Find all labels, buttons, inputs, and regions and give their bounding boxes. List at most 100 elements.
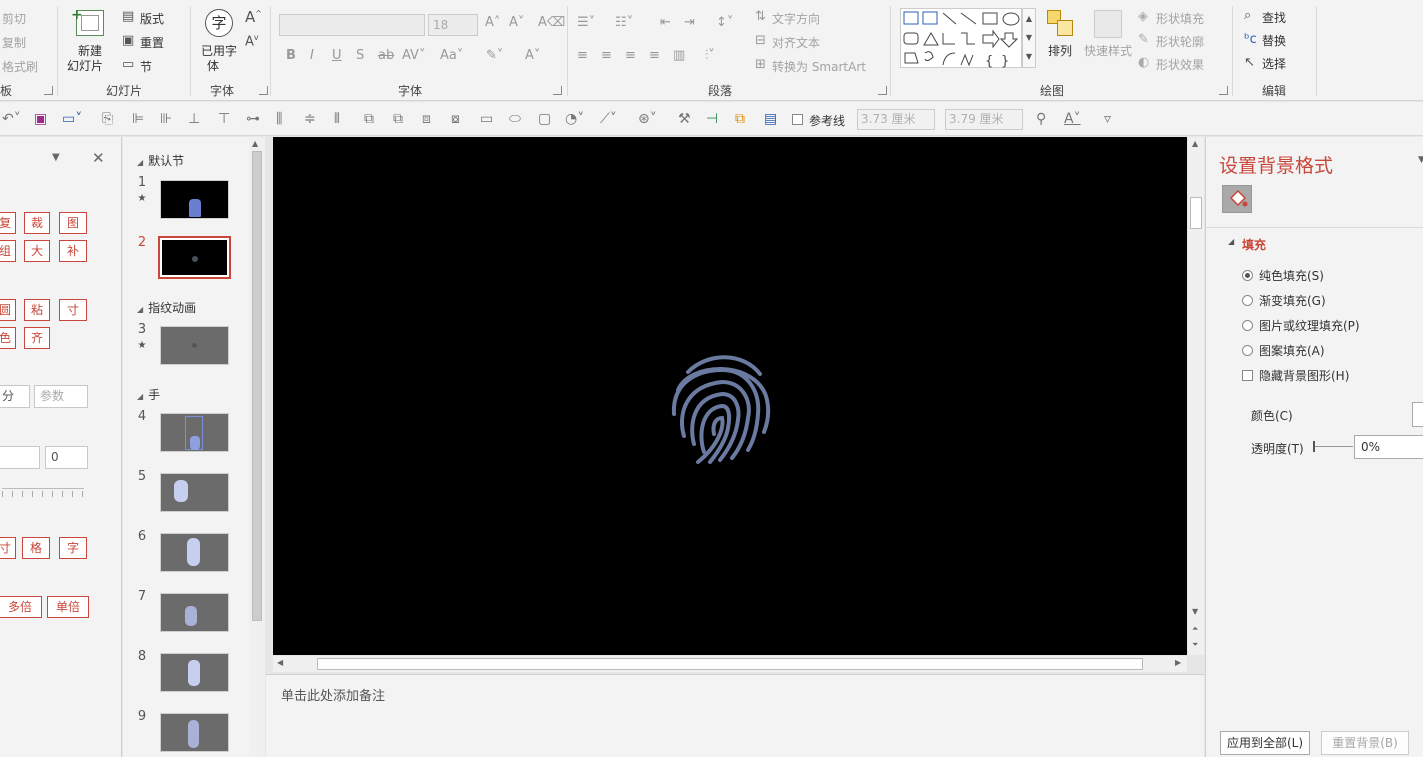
textbox-icon[interactable]: ▭˅: [62, 110, 82, 128]
new-slide-label2[interactable]: 幻灯片: [67, 57, 103, 74]
undo-icon[interactable]: ↶˅: [2, 110, 21, 128]
slide-vertical-scrollbar[interactable]: ▲ ▼ ⏶ ⏷: [1188, 137, 1204, 655]
copy-button[interactable]: 复制: [2, 34, 26, 51]
align-center-icon[interactable]: ≡: [601, 48, 612, 64]
line-spacing-icon[interactable]: ↕˅: [716, 15, 733, 31]
slide-thumbnail[interactable]: [160, 713, 229, 752]
radio-selected[interactable]: [1242, 270, 1253, 281]
slide-canvas[interactable]: [273, 137, 1187, 655]
distribute-icon[interactable]: ⫴: [334, 110, 340, 128]
slide-thumbnail-selected[interactable]: [158, 236, 231, 279]
slide-thumbnail[interactable]: [160, 653, 229, 692]
icon-5[interactable]: ▤: [764, 110, 777, 128]
arrange-icon[interactable]: [1047, 10, 1075, 38]
quick-styles-icon[interactable]: [1094, 10, 1122, 38]
replace-button[interactable]: 替换: [1262, 32, 1286, 49]
rounded-rect-icon[interactable]: ▢: [538, 110, 551, 128]
numbering-icon[interactable]: ☷˅: [615, 15, 633, 31]
font-size-box[interactable]: 18: [428, 14, 478, 36]
arrange-button[interactable]: 排列: [1048, 42, 1072, 59]
hide-background-option[interactable]: 隐藏背景图形(H): [1242, 367, 1349, 384]
combine-icon[interactable]: ⊛˅: [638, 110, 657, 128]
clipboard-launcher[interactable]: [44, 86, 53, 95]
cut-button[interactable]: 剪切: [2, 10, 26, 27]
scroll-thumb[interactable]: [1190, 197, 1202, 229]
rectangle-icon[interactable]: ▭: [480, 110, 493, 128]
single-button[interactable]: 单倍: [47, 596, 89, 618]
align-bottom-icon[interactable]: ⊥: [188, 110, 200, 128]
used-font-icon[interactable]: 字: [205, 9, 233, 37]
notes-placeholder[interactable]: 单击此处添加备注: [281, 685, 385, 704]
section-header[interactable]: ◢ 指纹动画: [137, 299, 196, 316]
font-launcher[interactable]: [553, 86, 562, 95]
transparency-input[interactable]: 0%: [1354, 435, 1423, 459]
shrink-font-icon[interactable]: Av: [245, 30, 259, 50]
distribute-icon[interactable]: ▥: [673, 48, 685, 64]
slide-horizontal-scrollbar[interactable]: ◀ ▶: [273, 656, 1187, 672]
tool-button[interactable]: 色: [0, 327, 16, 349]
shapes-gallery[interactable]: {}: [900, 8, 1022, 69]
distribute-v-icon[interactable]: ≑: [304, 110, 316, 128]
increase-font-icon[interactable]: A˄: [485, 15, 500, 31]
merge-shapes-icon[interactable]: ◔˅: [565, 110, 584, 128]
tool-button[interactable]: 补: [59, 240, 87, 262]
close-icon[interactable]: ✕: [92, 149, 105, 167]
slide-thumbnail[interactable]: [160, 180, 229, 219]
tool-button[interactable]: 大: [24, 240, 50, 262]
tool-button[interactable]: 圆: [0, 299, 16, 321]
icon-3[interactable]: ⊣: [706, 110, 718, 128]
increase-indent-icon[interactable]: ⇥: [684, 15, 695, 31]
tool-button[interactable]: 组: [0, 240, 16, 262]
align-text-button[interactable]: 对齐文本: [772, 34, 820, 51]
reset-background-button[interactable]: 重置背景(B): [1321, 731, 1409, 755]
clear-format-icon[interactable]: A⌫: [538, 15, 565, 31]
slider-thumb[interactable]: [1313, 441, 1315, 452]
color-picker-button[interactable]: [1412, 402, 1423, 427]
oval-icon[interactable]: ⬭: [509, 110, 521, 128]
icon-4[interactable]: ⧉: [735, 110, 745, 128]
slide-thumbnail[interactable]: [160, 473, 229, 512]
slide-thumbnail[interactable]: [160, 533, 229, 572]
align-middle-icon[interactable]: ⊶: [246, 110, 260, 128]
pattern-fill-option[interactable]: 图案填充(A): [1242, 342, 1325, 359]
group-icon[interactable]: ⧈: [422, 110, 431, 128]
char-spacing-icon[interactable]: AV˅: [402, 48, 425, 64]
transparency-slider[interactable]: [1313, 446, 1353, 447]
fingerprint-icon[interactable]: [668, 352, 778, 464]
slider-track[interactable]: [2, 488, 84, 489]
align-left-tool-icon[interactable]: ⊫: [132, 110, 144, 128]
text-direction-button[interactable]: 文字方向: [772, 10, 820, 27]
icon-2[interactable]: ⚒: [678, 110, 691, 128]
format-painter-button[interactable]: 格式刷: [2, 58, 38, 75]
picture-fill-option[interactable]: 图片或纹理填充(P): [1242, 317, 1360, 334]
decrease-indent-icon[interactable]: ⇤: [660, 15, 671, 31]
tool-button[interactable]: 格: [22, 537, 50, 559]
tool-button[interactable]: 复: [0, 212, 16, 234]
find-button[interactable]: 查找: [1262, 9, 1286, 26]
align-top-icon[interactable]: ⊤: [218, 110, 230, 128]
shape-effects-button[interactable]: 形状效果: [1156, 56, 1204, 73]
tool-button[interactable]: 字: [59, 537, 87, 559]
param-input-c[interactable]: [0, 446, 40, 469]
checkbox[interactable]: [1242, 370, 1253, 381]
underline-icon[interactable]: U: [332, 48, 342, 64]
shadow-icon[interactable]: S: [356, 48, 364, 64]
used-font-label2[interactable]: 体: [207, 57, 219, 74]
tool-button[interactable]: 图: [59, 212, 87, 234]
tool-button[interactable]: 裁: [24, 212, 50, 234]
italic-icon[interactable]: I: [310, 48, 314, 64]
font-color-tool-icon[interactable]: A˅: [1064, 110, 1081, 128]
thumbnails-scrollbar[interactable]: ▲: [249, 137, 265, 757]
customize-qat-icon[interactable]: ▿: [1104, 110, 1111, 128]
section-button[interactable]: 节: [140, 58, 152, 75]
scroll-thumb[interactable]: [317, 658, 1143, 670]
solid-fill-option[interactable]: 纯色填充(S): [1242, 267, 1324, 284]
tool-button[interactable]: 粘: [24, 299, 50, 321]
scroll-thumb[interactable]: [252, 151, 262, 621]
distribute-h-icon[interactable]: ⫼: [276, 110, 282, 128]
multi-button[interactable]: 多倍: [0, 596, 42, 618]
align-right-tool-icon[interactable]: ⊪: [160, 110, 172, 128]
tool-button[interactable]: 寸: [0, 537, 16, 559]
tool-button[interactable]: 齐: [24, 327, 50, 349]
decrease-font-icon[interactable]: A˅: [509, 15, 524, 31]
